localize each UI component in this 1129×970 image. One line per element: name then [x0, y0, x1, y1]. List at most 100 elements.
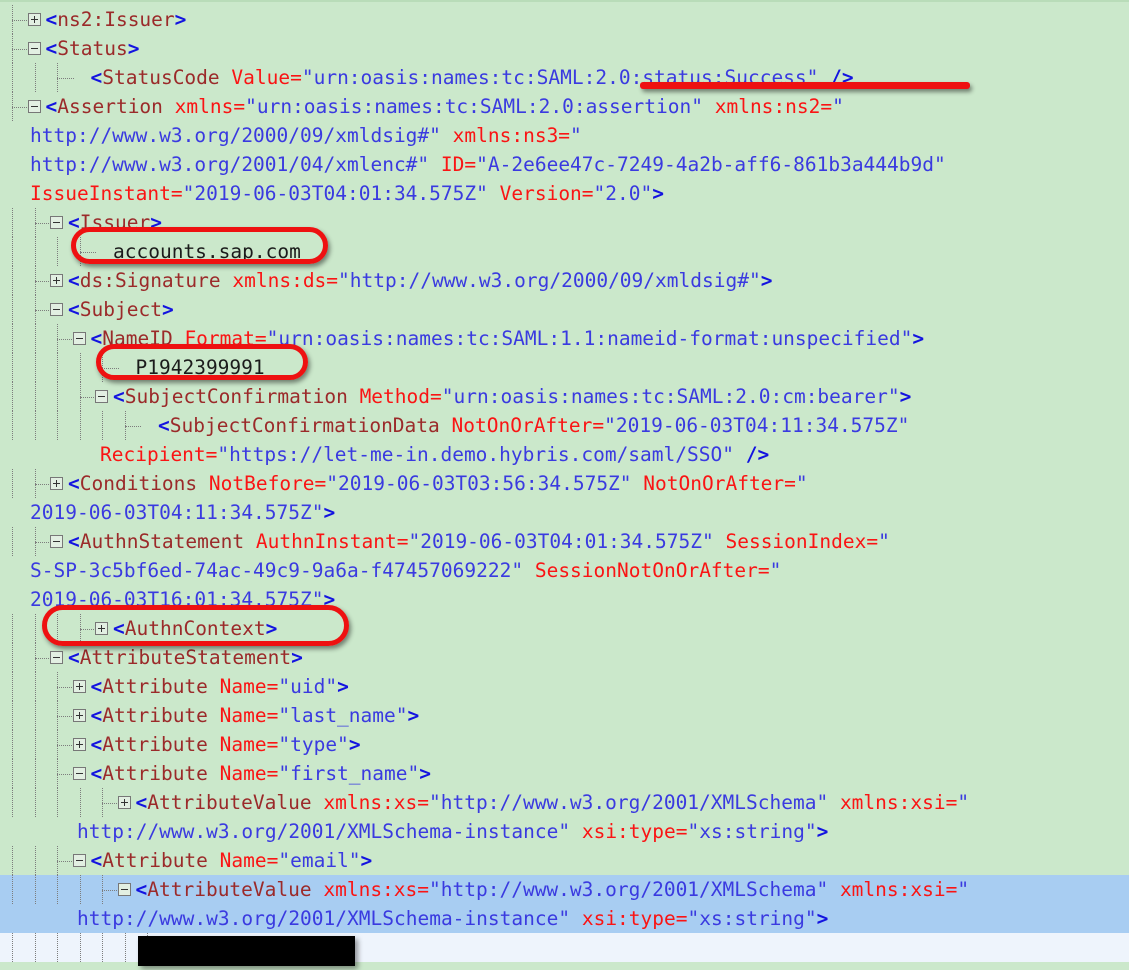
xml-line[interactable]: <SubjectConfirmation Method="urn:oasis:n… — [0, 382, 1129, 411]
tree-guide-line — [79, 933, 81, 962]
xml-line[interactable]: <Attribute Name="type"> — [0, 730, 1129, 759]
xml-line[interactable]: accounts.sap.com — [0, 237, 1129, 266]
xml-line[interactable]: P1942399991 — [0, 353, 1129, 382]
xml-token-val: "xs:string" — [687, 820, 817, 843]
collapse-node-icon[interactable] — [50, 303, 63, 316]
xml-line[interactable]: IssueInstant="2019-06-03T04:01:34.575Z" … — [0, 179, 1129, 208]
tree-guide-line — [34, 63, 36, 92]
xml-line-text: Recipient="https://let-me-in.demo.hybris… — [100, 440, 769, 469]
tree-guide-connector — [102, 368, 119, 369]
xml-line[interactable]: <AuthnStatement AuthnInstant="2019-06-03… — [0, 527, 1129, 556]
expand-node-icon[interactable] — [72, 680, 86, 693]
xml-token-br: /> — [818, 66, 854, 89]
xml-token-br: > — [323, 588, 336, 611]
xml-line-text: <SubjectConfirmationData NotOnOrAfter="2… — [158, 411, 909, 440]
collapse-node-icon[interactable] — [50, 535, 63, 548]
xml-line[interactable]: <StatusCode Value="urn:oasis:names:tc:SA… — [0, 63, 1129, 92]
xml-line-text: http://www.w3.org/2001/XMLSchema-instanc… — [77, 817, 828, 846]
xml-line[interactable]: <Attribute Name="uid"> — [0, 672, 1129, 701]
xml-token-val: "urn:oasis:names:tc:SAML:1.1:nameid-form… — [266, 327, 913, 350]
xml-token-br: < — [68, 298, 80, 321]
xml-line[interactable]: Recipient="https://let-me-in.demo.hybris… — [0, 440, 1129, 469]
xml-line-text: <SubjectConfirmation Method="urn:oasis:n… — [113, 382, 911, 411]
xml-line[interactable]: http://www.w3.org/2001/XMLSchema-instanc… — [0, 904, 1129, 933]
xml-token-val: "xs:string" — [687, 907, 817, 930]
xml-line[interactable]: <Conditions NotBefore="2019-06-03T03:56:… — [0, 469, 1129, 498]
xml-line[interactable]: <ds:Signature xmlns:ds="http://www.w3.or… — [0, 266, 1129, 295]
xml-line-text: <Conditions NotBefore="2019-06-03T03:56:… — [68, 469, 808, 498]
tree-guide-connector — [12, 20, 29, 21]
xml-line[interactable]: <NameID Format="urn:oasis:names:tc:SAML:… — [0, 324, 1129, 353]
collapse-node-icon[interactable] — [50, 651, 63, 664]
tree-guide-line — [34, 730, 36, 759]
tree-guide-line — [12, 266, 13, 295]
xml-token-br: > — [360, 849, 373, 872]
tree-guide-connector — [57, 861, 74, 862]
tree-guide-line — [12, 469, 13, 498]
xml-line[interactable]: <Attribute Name="first_name"> — [0, 759, 1129, 788]
xml-token-val: "last_name" — [278, 704, 408, 727]
xml-token-val: " — [832, 95, 844, 118]
expand-node-icon[interactable] — [50, 274, 63, 287]
collapse-node-icon[interactable] — [117, 883, 131, 896]
xml-token-br: < — [90, 66, 103, 89]
xml-token-br: > — [174, 8, 187, 31]
xml-line[interactable]: <Status> — [0, 34, 1129, 63]
collapse-node-icon[interactable] — [72, 767, 86, 780]
expand-node-icon[interactable] — [27, 13, 41, 26]
xml-line[interactable]: <ns2:Issuer> — [0, 5, 1129, 34]
collapse-node-icon[interactable] — [95, 390, 108, 403]
xml-line[interactable]: S-SP-3c5bf6ed-74ac-49c9-9a6a-f4745706922… — [0, 556, 1129, 585]
tree-guide-connector — [34, 484, 51, 485]
xml-token-val: " — [769, 559, 782, 582]
xml-line[interactable]: http://www.w3.org/2000/09/xmldsig#" xmln… — [0, 121, 1129, 150]
xml-line-text: <NameID Format="urn:oasis:names:tc:SAML:… — [91, 324, 925, 353]
xml-token-br: /> — [733, 443, 770, 466]
xml-line[interactable]: <SubjectConfirmationData NotOnOrAfter="2… — [0, 411, 1129, 440]
tree-guide-line — [34, 788, 36, 817]
xml-line[interactable]: <AttributeValue xmlns:xs="http://www.w3.… — [0, 788, 1129, 817]
xml-line-text: http://www.w3.org/2000/09/xmldsig#" xmln… — [30, 121, 582, 150]
xml-line[interactable]: <Assertion xmlns="urn:oasis:names:tc:SAM… — [0, 92, 1129, 121]
xml-token-br: < — [90, 327, 103, 350]
xml-token-val: " — [878, 530, 890, 553]
viewer-top-edge — [0, 0, 1129, 2]
tree-guide-line — [12, 875, 13, 904]
xml-line[interactable]: http://www.w3.org/2001/XMLSchema-instanc… — [0, 817, 1129, 846]
xml-line[interactable]: <Attribute Name="last_name"> — [0, 701, 1129, 730]
expand-node-icon[interactable] — [117, 796, 131, 809]
expand-node-icon[interactable] — [50, 477, 63, 490]
collapse-node-icon[interactable] — [27, 100, 41, 113]
xml-line[interactable]: <AuthnContext> — [0, 614, 1129, 643]
xml-line[interactable]: http://www.w3.org/2001/04/xmlenc#" ID="A… — [0, 150, 1129, 179]
xml-line[interactable]: 2019-06-03T16:01:34.575Z"> — [0, 585, 1129, 614]
xml-line[interactable]: <Attribute Name="email"> — [0, 846, 1129, 875]
xml-token-br: < — [90, 849, 103, 872]
xml-token-val: " — [957, 791, 970, 814]
xml-line-text: 2019-06-03T16:01:34.575Z"> — [30, 585, 335, 614]
collapse-node-icon[interactable] — [72, 332, 86, 345]
xml-line[interactable]: <AttributeValue xmlns:xs="http://www.w3.… — [0, 875, 1129, 904]
collapse-node-icon[interactable] — [72, 854, 86, 867]
tree-guide-line — [57, 353, 58, 382]
xml-line[interactable]: <Issuer> — [0, 208, 1129, 237]
xml-token-at: xsi:type= — [570, 820, 688, 843]
xml-token-br: < — [45, 37, 58, 60]
xml-tree-viewer[interactable]: <ns2:Issuer> <Status> <StatusCode Value="u… — [0, 0, 1129, 970]
xml-line[interactable]: <Subject> — [0, 295, 1129, 324]
xml-line[interactable]: 2019-06-03T04:11:34.575Z"> — [0, 498, 1129, 527]
xml-token-tag: Conditions — [79, 472, 209, 495]
collapse-node-icon[interactable] — [27, 42, 41, 55]
expand-node-icon[interactable] — [72, 709, 86, 722]
expand-node-icon[interactable] — [95, 622, 108, 635]
collapse-node-icon[interactable] — [50, 216, 63, 229]
expand-node-icon[interactable] — [72, 738, 86, 751]
xml-token-at: NotOnOrAfter= — [451, 414, 605, 437]
xml-line-text: <Attribute Name="first_name"> — [91, 759, 432, 788]
xml-token-br: < — [68, 269, 80, 292]
xml-token-val: http://www.w3.org/2001/XMLSchema-instanc… — [77, 907, 571, 930]
xml-token-val: "uid" — [278, 675, 338, 698]
xml-token-br: > — [348, 733, 361, 756]
xml-line[interactable]: <AttributeStatement> — [0, 643, 1129, 672]
tree-guide-connector — [79, 252, 96, 253]
